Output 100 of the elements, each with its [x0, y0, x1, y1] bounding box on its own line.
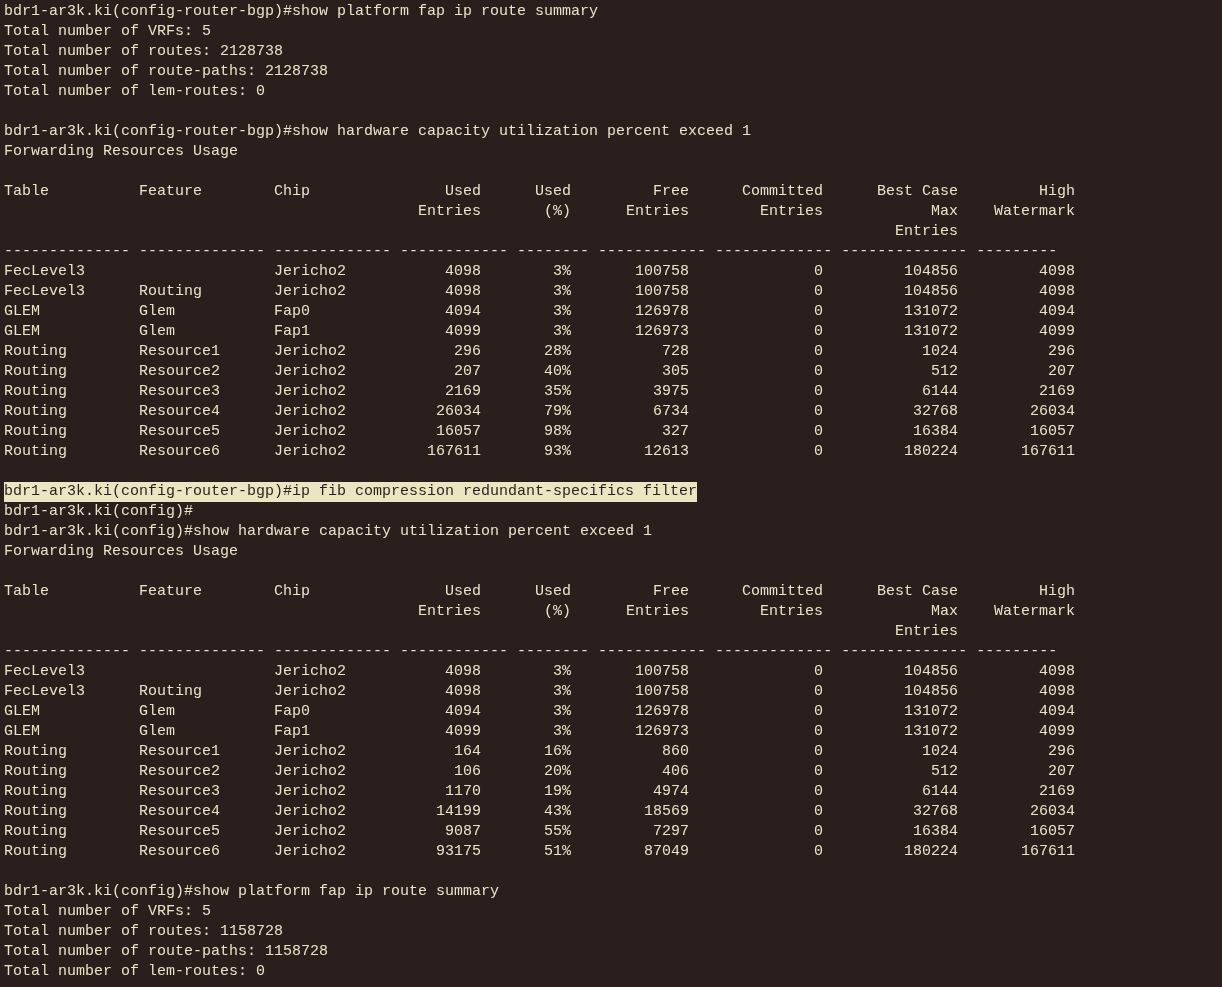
- table-cell: 104856: [904, 683, 958, 700]
- table-cell: 4098: [1039, 663, 1075, 680]
- table-cell: FecLevel3: [4, 283, 85, 300]
- table-cell: Resource3: [139, 383, 220, 400]
- table-cell: 4974: [653, 783, 689, 800]
- table-cell: 106: [454, 763, 481, 780]
- table-cell: 131072: [904, 323, 958, 340]
- output-line: Total number of routes: 1158728: [4, 922, 284, 942]
- table-cell: Jericho2: [274, 343, 346, 360]
- table-cell: Resource4: [139, 403, 220, 420]
- column-header: Table: [4, 582, 50, 602]
- table-cell: 4098: [1039, 263, 1075, 280]
- table-cell: Routing: [4, 843, 67, 860]
- table-cell: 3%: [553, 703, 571, 720]
- output-line: Total number of route-paths: 1158728: [4, 942, 329, 962]
- table-cell: 0: [814, 743, 823, 760]
- table-cell: 4099: [445, 723, 481, 740]
- table-cell: 26034: [436, 403, 481, 420]
- table-cell: 6144: [922, 383, 958, 400]
- table-cell: 28%: [544, 343, 571, 360]
- table-cell: Resource1: [139, 743, 220, 760]
- table-cell: 167611: [427, 443, 481, 460]
- table-cell: Routing: [139, 283, 202, 300]
- table-cell: 3%: [553, 723, 571, 740]
- table-cell: Jericho2: [274, 443, 346, 460]
- command-line: bdr1-ar3k.ki(config-router-bgp)#show platform fap ip route summary: [4, 2, 599, 22]
- column-header: Free Entries: [625, 582, 689, 622]
- table-cell: 4098: [445, 683, 481, 700]
- table-cell: 19%: [544, 783, 571, 800]
- table-cell: 55%: [544, 823, 571, 840]
- table-cell: 0: [814, 383, 823, 400]
- table-rule: -------------- -------------- ------------- ------------ -------- ------------ ------------- -------------- ---------: [4, 642, 1058, 662]
- table-cell: Routing: [4, 343, 67, 360]
- table-cell: 0: [814, 783, 823, 800]
- table-cell: 406: [662, 763, 689, 780]
- table-cell: 16%: [544, 743, 571, 760]
- table-cell: Fap1: [274, 723, 310, 740]
- table-cell: 126973: [635, 723, 689, 740]
- table-cell: 2169: [1039, 383, 1075, 400]
- column-header: Feature: [139, 582, 203, 602]
- output-line: Total number of route-paths: 2128738: [4, 62, 329, 82]
- table-cell: 0: [814, 843, 823, 860]
- column-header: Feature: [139, 182, 203, 202]
- table-cell: 0: [814, 663, 823, 680]
- table-cell: 167611: [1021, 443, 1075, 460]
- table-cell: 126978: [635, 703, 689, 720]
- table-cell: 3%: [553, 303, 571, 320]
- command-line: bdr1-ar3k.ki(config)#: [4, 502, 194, 522]
- table-cell: 4098: [445, 663, 481, 680]
- table-cell: 1024: [922, 343, 958, 360]
- table-cell: 40%: [544, 363, 571, 380]
- column-header: Used (%): [534, 582, 571, 622]
- table-cell: 4094: [445, 703, 481, 720]
- table-cell: Jericho2: [274, 663, 346, 680]
- table-cell: 26034: [1030, 803, 1075, 820]
- table-cell: Jericho2: [274, 803, 346, 820]
- table-cell: GLEM: [4, 323, 40, 340]
- table-cell: 1170: [445, 783, 481, 800]
- table-cell: 0: [814, 803, 823, 820]
- table-cell: 860: [662, 743, 689, 760]
- table-cell: 164: [454, 743, 481, 760]
- table-cell: Jericho2: [274, 363, 346, 380]
- table-cell: Jericho2: [274, 823, 346, 840]
- table-cell: Routing: [4, 803, 67, 820]
- table-cell: 0: [814, 423, 823, 440]
- table-cell: Jericho2: [274, 283, 346, 300]
- table-cell: 131072: [904, 703, 958, 720]
- table-cell: 14199: [436, 803, 481, 820]
- table-cell: 4098: [1039, 283, 1075, 300]
- table-cell: 305: [662, 363, 689, 380]
- table-cell: FecLevel3: [4, 263, 85, 280]
- table-cell: 100758: [635, 283, 689, 300]
- table-cell: 296: [1048, 743, 1075, 760]
- table-cell: 3%: [553, 283, 571, 300]
- column-header: Chip: [274, 182, 311, 202]
- table-cell: 0: [814, 683, 823, 700]
- table-cell: GLEM: [4, 303, 40, 320]
- table-cell: 3%: [553, 683, 571, 700]
- table-cell: 0: [814, 823, 823, 840]
- table-cell: Routing: [4, 783, 67, 800]
- table-cell: 6144: [922, 783, 958, 800]
- table-cell: 4099: [1039, 723, 1075, 740]
- table-cell: FecLevel3: [4, 663, 85, 680]
- table-cell: FecLevel3: [4, 683, 85, 700]
- table-cell: 180224: [904, 843, 958, 860]
- table-cell: 4094: [445, 303, 481, 320]
- table-cell: 32768: [913, 803, 958, 820]
- table-cell: 16057: [1030, 423, 1075, 440]
- table-cell: Jericho2: [274, 843, 346, 860]
- table-cell: 180224: [904, 443, 958, 460]
- table-cell: 3%: [553, 323, 571, 340]
- column-header: High Watermark: [993, 582, 1075, 622]
- table-cell: Routing: [4, 423, 67, 440]
- table-cell: Routing: [4, 363, 67, 380]
- table-cell: 0: [814, 363, 823, 380]
- table-cell: 16384: [913, 823, 958, 840]
- table-cell: 4094: [1039, 703, 1075, 720]
- command-line: bdr1-ar3k.ki(config)#show platform fap ip route summary: [4, 882, 500, 902]
- output-line: Total number of VRFs: 5: [4, 22, 212, 42]
- table-cell: Routing: [4, 743, 67, 760]
